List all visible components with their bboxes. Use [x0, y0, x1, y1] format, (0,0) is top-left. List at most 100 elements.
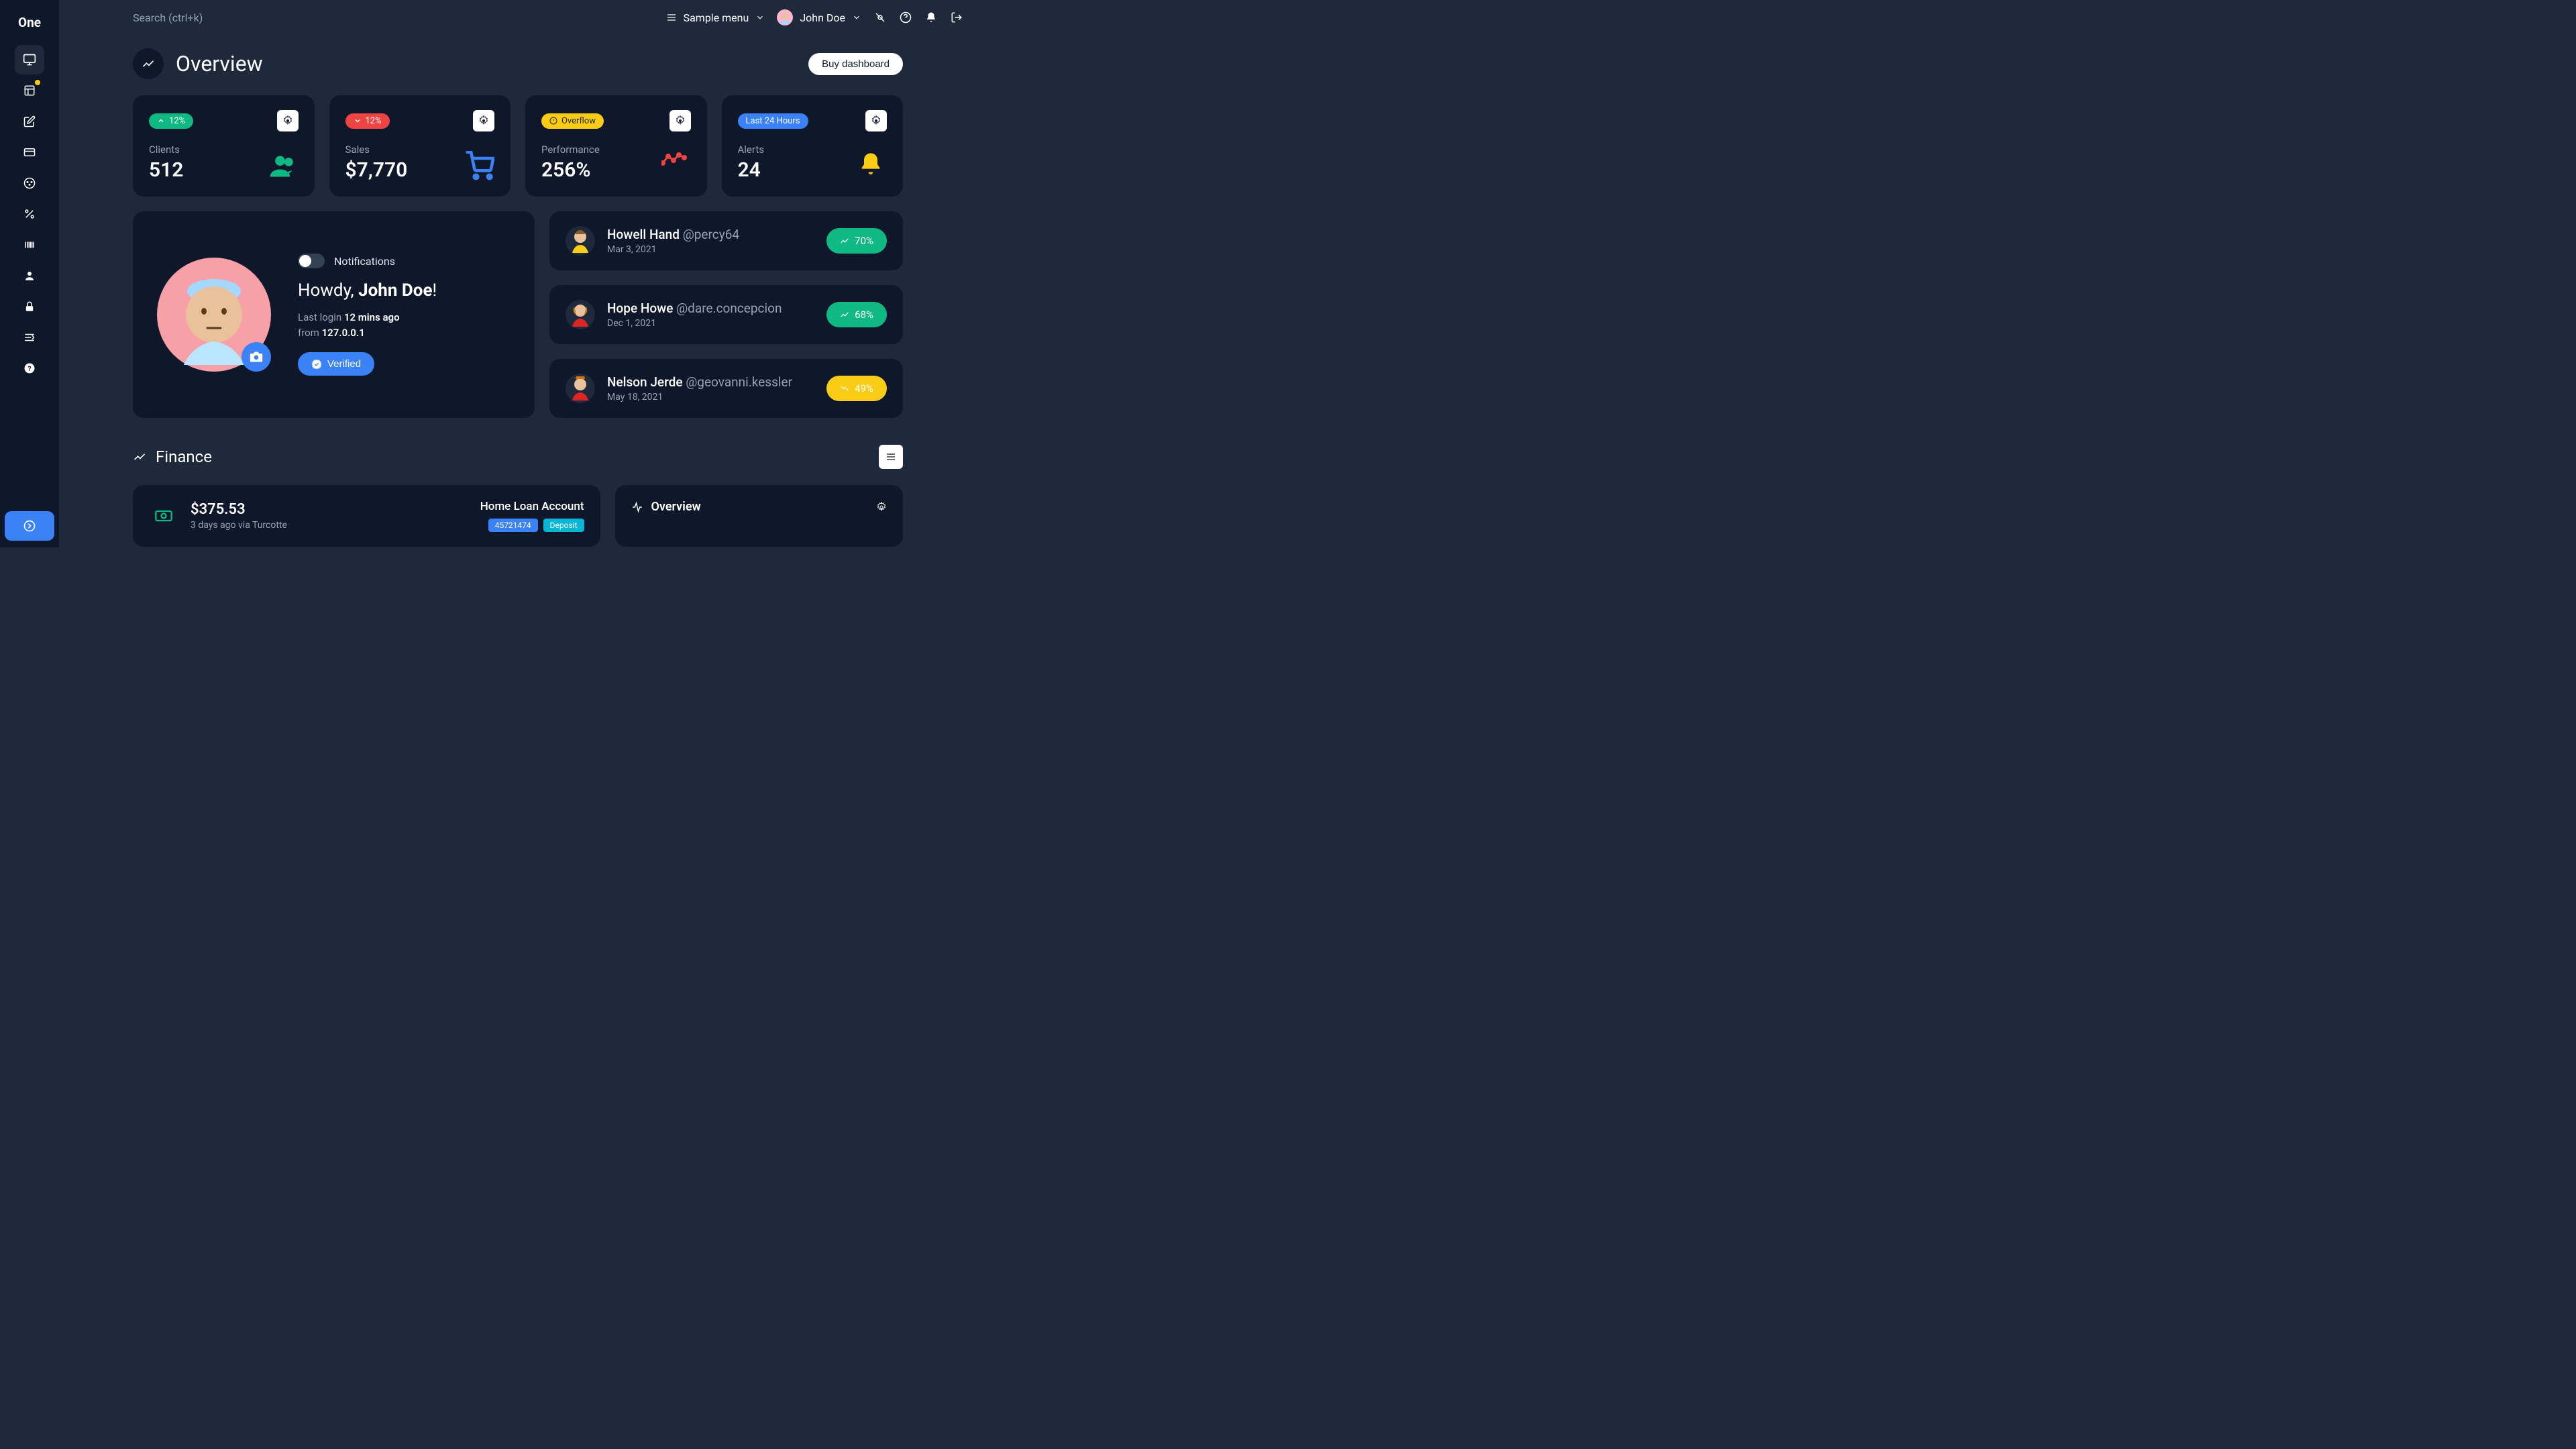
theme-toggle-button[interactable]: [873, 11, 887, 24]
user-list-item: Howell Hand @percy64 Mar 3, 2021 70%: [549, 211, 903, 270]
chevron-right-circle-icon: [23, 519, 36, 533]
user-date: Dec 1, 2021: [607, 318, 814, 329]
user-avatar: [566, 300, 595, 329]
user-date: Mar 3, 2021: [607, 244, 814, 255]
bell-icon: [857, 151, 887, 180]
help-button[interactable]: [899, 11, 912, 24]
gear-icon: [478, 115, 489, 126]
user-name: Nelson Jerde @geovanni.kessler: [607, 374, 814, 390]
user-name: Howell Hand @percy64: [607, 227, 814, 242]
indent-icon: [23, 331, 36, 343]
sidebar-item-login[interactable]: [15, 292, 44, 321]
sidebar-item-ui[interactable]: [15, 138, 44, 167]
table-icon: [23, 85, 36, 97]
section-menu-button[interactable]: [879, 445, 903, 469]
stat-settings-button[interactable]: [669, 110, 691, 131]
notifications-button[interactable]: [924, 11, 938, 24]
palette-icon: [23, 177, 36, 189]
stat-trend-pill: Last 24 Hours: [738, 113, 808, 129]
card-icon: [23, 146, 36, 158]
cart-icon: [465, 151, 494, 180]
sidebar-item-tables[interactable]: [15, 76, 44, 105]
transaction-meta: 3 days ago via Turcotte: [191, 520, 468, 531]
notification-dot: [35, 80, 40, 85]
sidebar-item-responsive[interactable]: [15, 199, 44, 229]
user-menu-trigger[interactable]: John Doe: [777, 9, 861, 25]
trend-icon: [142, 57, 155, 70]
notifications-toggle[interactable]: [298, 254, 325, 268]
gear-icon: [871, 115, 881, 126]
stat-card-alerts: Last 24 Hours Alerts 24: [722, 95, 904, 197]
profile-card: Notifications Howdy, John Doe! Last logi…: [133, 211, 535, 418]
sidebar-item-forms[interactable]: [15, 107, 44, 136]
trend-up-icon: [840, 310, 849, 319]
stat-settings-button[interactable]: [865, 110, 887, 131]
barcode-icon: [23, 239, 36, 251]
pulse-icon: [631, 501, 643, 513]
help-icon: ?: [23, 362, 36, 374]
stat-card-performance: Overflow Performance 256%: [525, 95, 707, 197]
verified-icon: [311, 359, 322, 370]
notifications-label: Notifications: [334, 255, 395, 268]
help-circle-icon: [900, 11, 912, 23]
lock-icon: [23, 301, 36, 313]
sidebar-item-about[interactable]: ?: [15, 354, 44, 383]
money-icon: [154, 506, 173, 525]
trend-down-icon: [840, 384, 849, 393]
menu-icon: [666, 12, 677, 23]
avatar-small: [777, 9, 793, 25]
buy-dashboard-button[interactable]: Buy dashboard: [808, 53, 903, 75]
logout-button[interactable]: [950, 11, 963, 24]
verified-badge-button[interactable]: Verified: [298, 352, 374, 376]
stat-settings-button[interactable]: [277, 110, 299, 131]
sidebar-item-profile[interactable]: [15, 261, 44, 290]
change-avatar-button[interactable]: [241, 342, 271, 372]
account-name: Home Loan Account: [480, 500, 584, 513]
finance-transaction-card: $375.53 3 days ago via Turcotte Home Loa…: [133, 485, 600, 547]
transaction-amount: $375.53: [191, 501, 468, 518]
user-list-item: Nelson Jerde @geovanni.kessler May 18, 2…: [549, 359, 903, 418]
chart-line-icon: [661, 151, 691, 180]
page-title-icon-wrap: [133, 48, 164, 79]
page-title: Overview: [176, 51, 796, 76]
sidebar-item-styles[interactable]: [15, 168, 44, 198]
alert-icon: [549, 117, 557, 125]
user-avatar: [566, 226, 595, 256]
account-number-tag: 45721474: [488, 519, 538, 532]
sample-menu-trigger[interactable]: Sample menu: [666, 11, 765, 24]
user-percentage-badge: 49%: [826, 376, 887, 401]
svg-text:?: ?: [28, 364, 31, 373]
percent-icon: [23, 208, 36, 220]
stat-settings-button[interactable]: [473, 110, 494, 131]
camera-icon: [250, 350, 263, 364]
section-title-finance: Finance: [156, 447, 869, 466]
sidebar-item-submenu[interactable]: [15, 323, 44, 352]
chevron-down-icon: [755, 13, 765, 22]
gear-icon: [282, 115, 293, 126]
user-icon: [23, 270, 36, 282]
gear-icon: [675, 115, 686, 126]
stat-trend-pill: 12%: [345, 113, 390, 129]
sample-menu-label: Sample menu: [684, 11, 749, 24]
overview-settings-button[interactable]: [876, 502, 887, 513]
search-input[interactable]: Search (ctrl+k): [133, 11, 654, 24]
edit-icon: [23, 115, 36, 127]
user-list: Howell Hand @percy64 Mar 3, 2021 70% Hop…: [549, 211, 903, 418]
user-name-label: John Doe: [800, 11, 845, 24]
topbar: Search (ctrl+k) Sample menu John Doe: [59, 0, 977, 35]
monitor-icon: [23, 53, 36, 66]
sidebar: One ?: [0, 0, 59, 547]
sidebar-item-monitor[interactable]: [15, 45, 44, 74]
users-icon: [269, 151, 299, 180]
stat-card-sales: 12% Sales $7,770: [329, 95, 511, 197]
menu-icon: [885, 451, 896, 462]
chevron-down-icon: [354, 117, 362, 125]
stat-trend-pill: Overflow: [541, 113, 604, 129]
bell-icon: [925, 11, 937, 23]
greeting: Howdy, John Doe!: [298, 280, 511, 301]
sidebar-action-button[interactable]: [5, 511, 54, 541]
user-percentage-badge: 68%: [826, 302, 887, 327]
sidebar-item-barcode[interactable]: [15, 230, 44, 260]
chevron-up-icon: [157, 117, 165, 125]
stat-trend-pill: 12%: [149, 113, 193, 129]
